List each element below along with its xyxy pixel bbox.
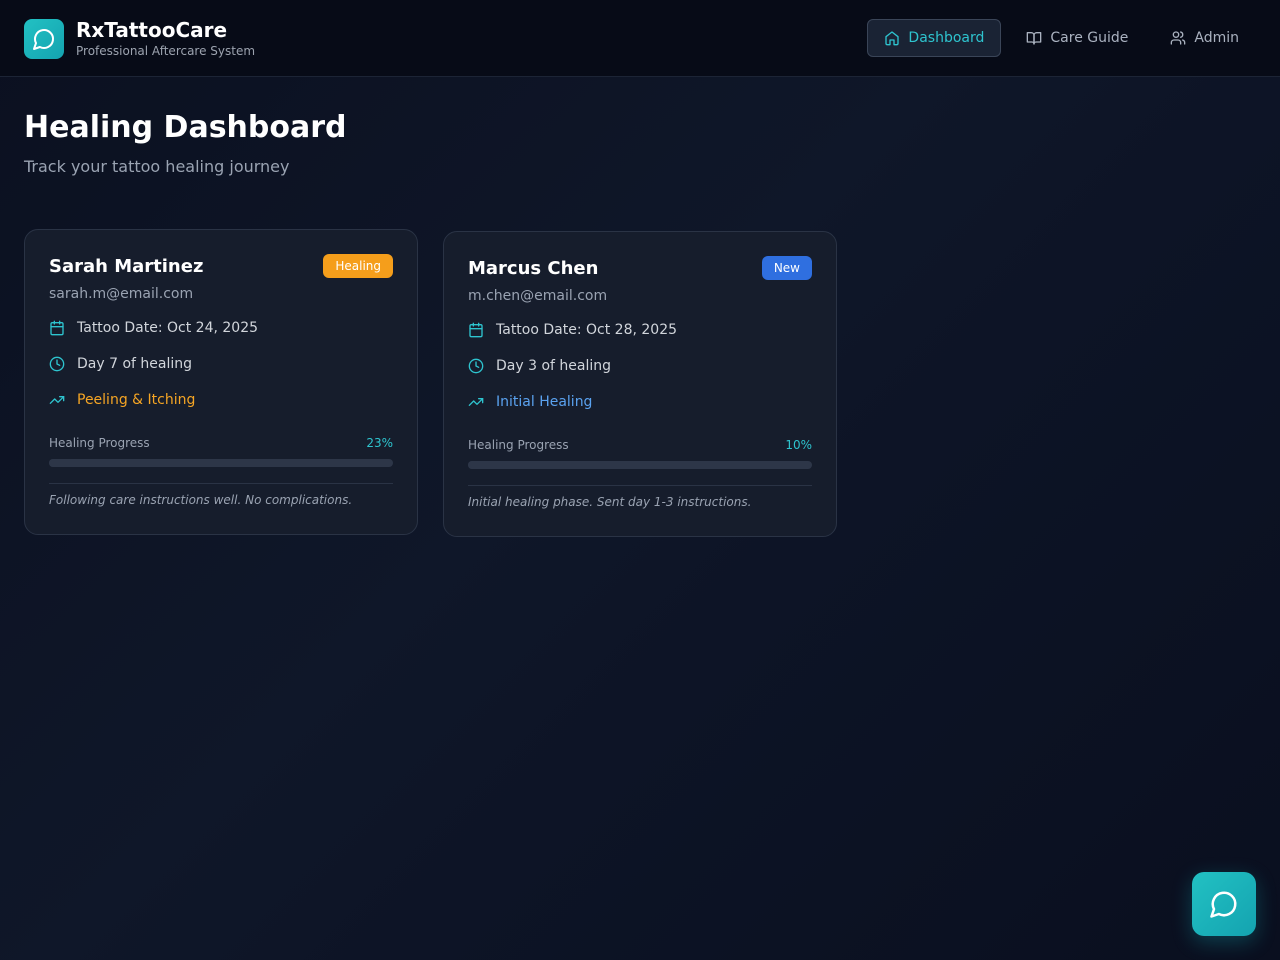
client-note: Initial healing phase. Sent day 1-3 inst… [468, 495, 752, 509]
clock-icon [468, 358, 484, 374]
healing-day: Day 3 of healing [496, 358, 612, 374]
progress-percent: 23% [366, 436, 393, 450]
client-name: Sarah Martinez [49, 256, 204, 277]
client-email: m.chen@email.com [468, 288, 608, 304]
app-title: RxTattooCare [76, 18, 228, 42]
progress-label: Healing Progress [49, 436, 150, 450]
client-email: sarah.m@email.com [49, 286, 194, 302]
nav-dashboard[interactable]: Dashboard [867, 19, 1002, 57]
healing-day: Day 7 of healing [77, 356, 193, 372]
nav-admin-label: Admin [1194, 30, 1239, 46]
clock-icon [49, 356, 65, 372]
progress-bar-fill [468, 461, 503, 469]
tattoo-date: Tattoo Date: Oct 24, 2025 [77, 320, 259, 336]
page-title: Healing Dashboard [24, 110, 347, 145]
chat-button[interactable] [1192, 872, 1256, 936]
status-badge: Healing [323, 254, 393, 278]
progress-bar [468, 461, 812, 469]
home-icon [885, 31, 900, 46]
progress-label: Healing Progress [468, 438, 569, 452]
status-badge: New [761, 256, 812, 280]
nav-care-guide-label: Care Guide [1050, 30, 1129, 46]
app-subtitle: Professional Aftercare System [76, 44, 256, 58]
page-subtitle: Track your tattoo healing journey [24, 157, 290, 176]
client-card[interactable]: Sarah Martinez Healing sarah.m@email.com… [24, 229, 418, 535]
chat-logo-icon [24, 18, 64, 59]
top-header: RxTattooCare Professional Aftercare Syst… [0, 0, 1280, 77]
divider [49, 483, 393, 484]
trending-up-icon [49, 396, 65, 404]
chat-bubble-icon [1210, 891, 1237, 918]
divider [468, 485, 812, 486]
progress-bar [49, 459, 393, 467]
book-open-icon [1027, 31, 1042, 45]
healing-stage: Initial Healing [496, 394, 593, 410]
brand[interactable]: RxTattooCare Professional Aftercare Syst… [24, 18, 255, 59]
trending-up-icon [468, 398, 484, 406]
tattoo-date: Tattoo Date: Oct 28, 2025 [496, 322, 678, 338]
healing-stage: Peeling & Itching [77, 392, 196, 408]
nav-dashboard-label: Dashboard [908, 30, 985, 46]
calendar-icon [469, 322, 483, 338]
client-name: Marcus Chen [468, 258, 599, 279]
client-note: Following care instructions well. No com… [49, 493, 353, 507]
nav-care-guide[interactable]: Care Guide [1009, 19, 1145, 57]
users-icon [1171, 31, 1186, 45]
calendar-icon [50, 320, 64, 336]
progress-percent: 10% [785, 438, 812, 452]
nav-admin[interactable]: Admin [1153, 19, 1256, 57]
progress-bar-fill [49, 459, 129, 467]
main-nav: Dashboard Care Guide Admin [859, 19, 1256, 57]
client-card[interactable]: Marcus Chen New m.chen@email.com Tattoo … [443, 231, 837, 537]
